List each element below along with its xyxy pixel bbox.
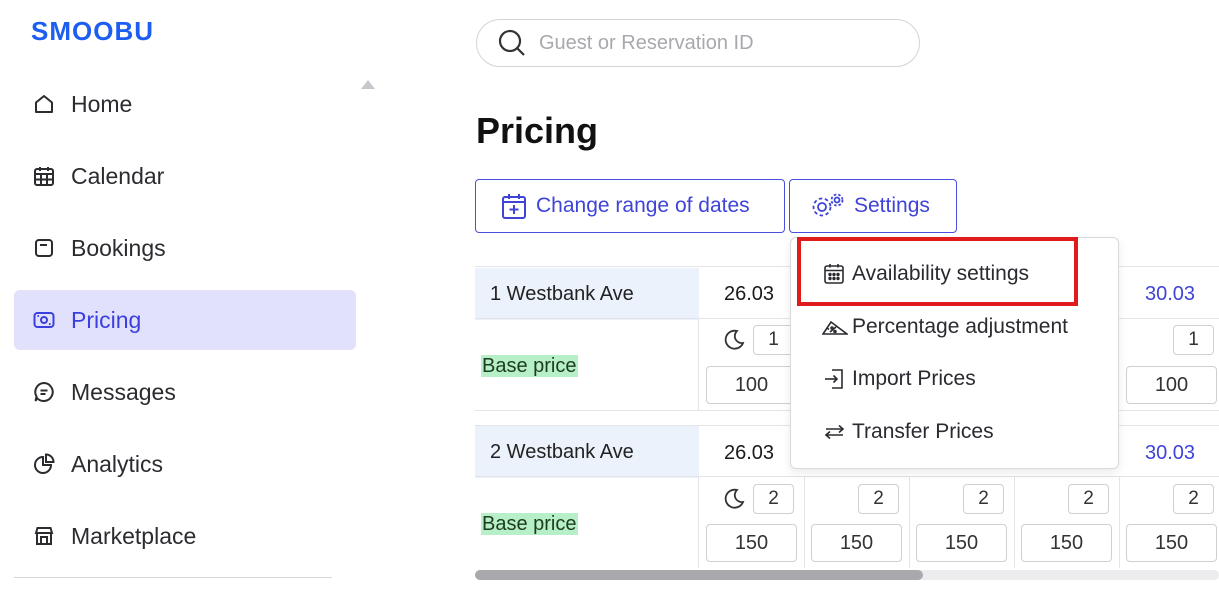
calendar-icon	[31, 163, 57, 189]
bookings-icon	[31, 235, 57, 261]
price-input[interactable]: 100	[1126, 366, 1217, 404]
sidebar-divider	[14, 577, 332, 578]
menu-item-label: Transfer Prices	[852, 420, 994, 443]
horizontal-scrollbar-thumb[interactable]	[475, 570, 923, 580]
column-divider	[909, 476, 910, 568]
sidebar-item-pricing[interactable]: Pricing	[14, 290, 356, 350]
import-icon	[825, 369, 843, 389]
menu-item-label: Percentage adjustment	[852, 315, 1068, 338]
price-input[interactable]: 100	[706, 366, 797, 404]
price-input[interactable]: 150	[1021, 524, 1112, 562]
column-divider	[804, 476, 805, 568]
column-divider	[698, 318, 699, 410]
base-price-label: Base price	[481, 513, 578, 535]
min-stay-input[interactable]: 2	[1068, 484, 1109, 514]
min-stay-input[interactable]: 1	[753, 325, 794, 355]
sidebar-item-label: Analytics	[71, 450, 164, 477]
app-logo[interactable]: SMOOBU	[31, 16, 154, 47]
sidebar-item-label: Home	[71, 90, 133, 117]
menu-item-percentage-adjustment[interactable]: Percentage adjustment	[822, 315, 1068, 339]
search-bar[interactable]	[476, 19, 920, 67]
search-input[interactable]	[539, 31, 899, 55]
sidebar-item-label: Messages	[71, 378, 176, 405]
table-row-divider	[475, 476, 1219, 477]
menu-item-label: Import Prices	[852, 367, 976, 390]
sidebar-item-calendar[interactable]: Calendar	[14, 146, 356, 206]
moon-icon	[722, 328, 746, 357]
min-stay-input[interactable]: 2	[858, 484, 899, 514]
settings-label: Settings	[854, 194, 930, 217]
sidebar-item-messages[interactable]: Messages	[14, 362, 356, 422]
price-input[interactable]: 150	[1126, 524, 1217, 562]
column-divider	[698, 476, 699, 568]
sidebar-item-label: Calendar	[71, 162, 165, 189]
price-input[interactable]: 150	[916, 524, 1007, 562]
change-range-button[interactable]: Change range of dates	[475, 179, 785, 233]
change-range-label: Change range of dates	[536, 194, 750, 217]
base-price-label: Base price	[481, 355, 578, 377]
marketplace-icon	[31, 523, 57, 549]
column-divider	[1014, 476, 1015, 568]
sidebar-item-label: Marketplace	[71, 522, 197, 549]
min-stay-input[interactable]: 2	[963, 484, 1004, 514]
sidebar-scroll-up-arrow[interactable]	[361, 80, 375, 89]
price-input[interactable]: 150	[706, 524, 797, 562]
sidebar-item-home[interactable]: Home	[14, 74, 356, 134]
highlight-box	[797, 237, 1078, 306]
search-icon	[498, 29, 525, 56]
sidebar-item-marketplace[interactable]: Marketplace	[14, 506, 356, 566]
menu-item-transfer-prices[interactable]: Transfer Prices	[822, 420, 994, 444]
menu-item-import-prices[interactable]: Import Prices	[822, 367, 976, 391]
price-input[interactable]: 150	[811, 524, 902, 562]
date-header[interactable]: 30.03	[1145, 283, 1195, 306]
calendar-add-icon	[502, 194, 526, 219]
property-name[interactable]: 2 Westbank Ave	[475, 426, 699, 478]
sidebar-item-bookings[interactable]: Bookings	[14, 218, 356, 278]
pricing-icon	[31, 307, 57, 333]
gears-icon	[812, 193, 844, 217]
sidebar-item-label: Bookings	[71, 234, 166, 261]
min-stay-input[interactable]: 1	[1173, 325, 1214, 355]
home-icon	[31, 91, 57, 117]
min-stay-input[interactable]: 2	[1173, 484, 1214, 514]
property-name[interactable]: 1 Westbank Ave	[475, 268, 699, 320]
page-title: Pricing	[476, 110, 599, 151]
date-header: 26.03	[724, 283, 775, 305]
analytics-icon	[31, 451, 57, 477]
date-header[interactable]: 30.03	[1145, 442, 1195, 465]
date-header: 26.03	[724, 442, 775, 464]
sidebar-item-label: Pricing	[71, 306, 142, 333]
min-stay-input[interactable]: 2	[753, 484, 794, 514]
column-divider	[1119, 476, 1120, 568]
sidebar-item-analytics[interactable]: Analytics	[14, 434, 356, 494]
transfer-icon	[824, 424, 845, 440]
ruler-percent-icon	[822, 320, 848, 335]
moon-icon	[722, 487, 746, 516]
messages-icon	[31, 379, 57, 405]
settings-button[interactable]: Settings	[789, 179, 957, 233]
